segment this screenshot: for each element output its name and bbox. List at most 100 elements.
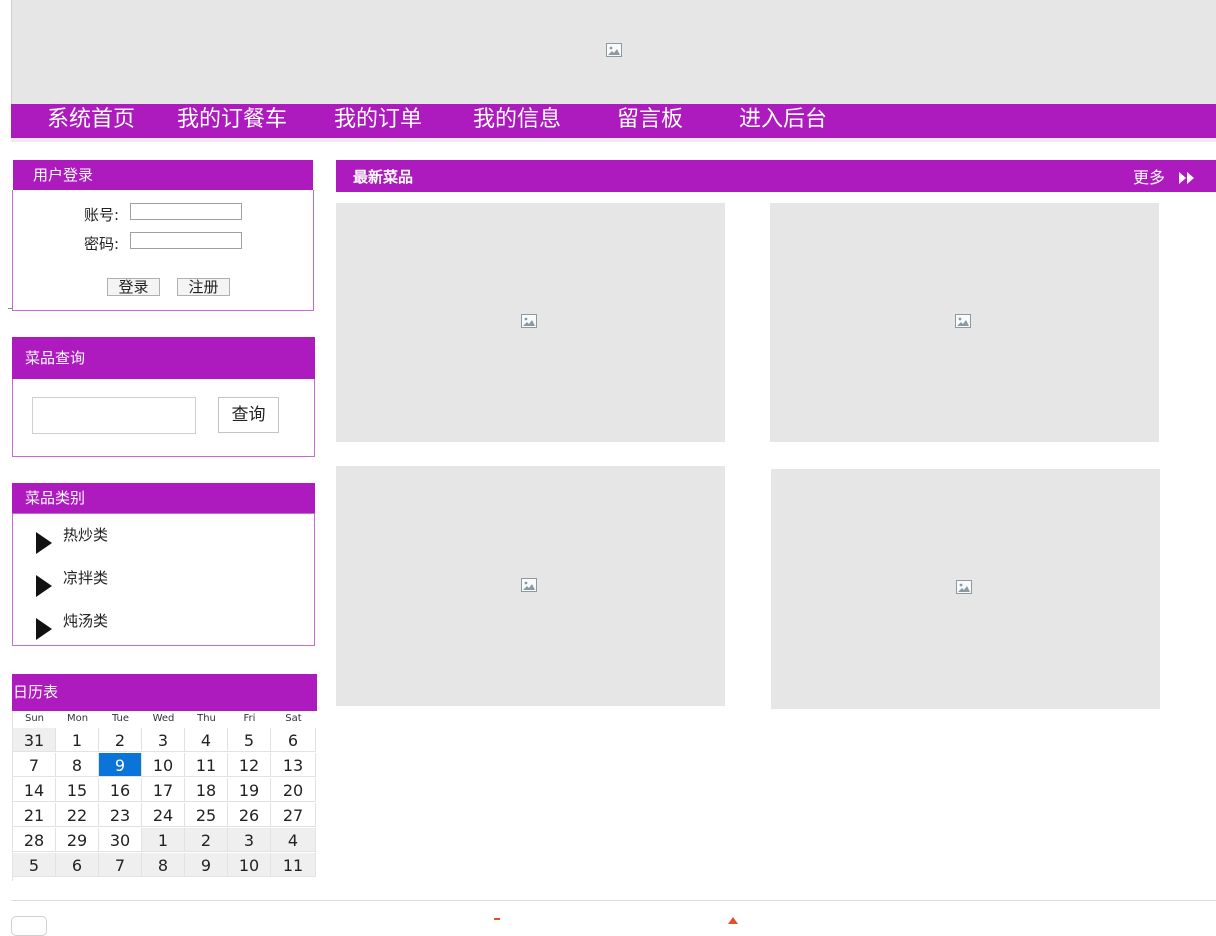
nav-divider xyxy=(11,138,1216,142)
calendar-panel-title: 日历表 xyxy=(13,683,59,701)
image-placeholder-icon xyxy=(521,578,537,592)
calendar-day[interactable]: 7 xyxy=(13,753,56,777)
login-panel-header: 用户登录 xyxy=(13,160,313,190)
category-label[interactable]: 凉拌类 xyxy=(63,567,108,588)
weekday-header: Tue xyxy=(111,713,130,724)
calendar-day[interactable]: 25 xyxy=(185,803,228,827)
calendar-day[interactable]: 31 xyxy=(13,728,56,752)
weekday-header: Mon xyxy=(66,713,89,724)
latest-dishes-header: 最新菜品 更多 xyxy=(336,160,1216,192)
calendar-day[interactable]: 4 xyxy=(271,828,316,852)
triangle-right-icon xyxy=(36,532,52,554)
image-placeholder-icon xyxy=(606,43,622,57)
footer-mark xyxy=(728,917,738,924)
calendar-day[interactable]: 18 xyxy=(185,778,228,802)
calendar-day[interactable]: 7 xyxy=(99,853,142,877)
account-input[interactable] xyxy=(130,203,242,220)
double-chevron-right-icon[interactable] xyxy=(1178,172,1196,184)
calendar-day[interactable]: 4 xyxy=(185,728,228,752)
calendar-day[interactable]: 8 xyxy=(142,853,185,877)
divider-tick xyxy=(8,308,12,309)
calendar-day[interactable]: 22 xyxy=(56,803,99,827)
calendar-day[interactable]: 6 xyxy=(56,853,99,877)
calendar-day[interactable]: 8 xyxy=(56,753,99,777)
category-panel-header: 菜品类别 xyxy=(12,483,315,513)
calendar: Sun Mon Tue Wed Thu Fri Sat 31 1 2 3 4 5 6 7 8 9 10 11 12 13… xyxy=(12,711,316,881)
calendar-day[interactable]: 10 xyxy=(228,853,271,877)
nav-orders[interactable]: 我的订单 xyxy=(334,104,422,138)
weekday-header: Thu xyxy=(197,713,216,724)
footer-badge xyxy=(11,916,47,936)
nav-admin[interactable]: 进入后台 xyxy=(739,104,827,138)
dish-card[interactable] xyxy=(336,203,725,442)
calendar-day[interactable]: 2 xyxy=(99,728,142,752)
calendar-day[interactable]: 14 xyxy=(13,778,56,802)
login-panel: 账号: 密码: 登录 注册 xyxy=(12,190,314,311)
footer-divider xyxy=(11,900,1216,901)
calendar-day[interactable]: 9 xyxy=(99,753,142,777)
calendar-day[interactable]: 28 xyxy=(13,828,56,852)
calendar-day[interactable]: 24 xyxy=(142,803,185,827)
category-label[interactable]: 炖汤类 xyxy=(63,610,108,631)
register-button[interactable]: 注册 xyxy=(177,278,230,296)
calendar-day[interactable]: 10 xyxy=(142,753,185,777)
more-link[interactable]: 更多 xyxy=(1133,160,1165,196)
calendar-day[interactable]: 26 xyxy=(228,803,271,827)
latest-dishes-title: 最新菜品 xyxy=(353,168,414,186)
calendar-day[interactable]: 23 xyxy=(99,803,142,827)
dish-card[interactable] xyxy=(336,466,725,706)
weekday-header: Sun xyxy=(24,713,45,724)
calendar-day[interactable]: 11 xyxy=(271,853,316,877)
calendar-day[interactable]: 27 xyxy=(271,803,316,827)
weekday-header: Sat xyxy=(285,713,302,724)
nav-message-board[interactable]: 留言板 xyxy=(617,104,683,138)
search-input[interactable] xyxy=(32,397,196,434)
calendar-day[interactable]: 1 xyxy=(56,728,99,752)
category-panel-title: 菜品类别 xyxy=(25,489,86,507)
calendar-day[interactable]: 9 xyxy=(185,853,228,877)
image-placeholder-icon xyxy=(955,314,971,328)
calendar-day[interactable]: 3 xyxy=(142,728,185,752)
calendar-day[interactable]: 1 xyxy=(142,828,185,852)
search-panel: 查询 xyxy=(12,379,315,457)
image-placeholder-icon xyxy=(956,580,972,594)
password-label: 密码: xyxy=(83,235,119,253)
password-input[interactable] xyxy=(130,232,242,249)
nav-my-info[interactable]: 我的信息 xyxy=(473,104,561,138)
nav-home[interactable]: 系统首页 xyxy=(47,104,135,138)
calendar-day[interactable]: 21 xyxy=(13,803,56,827)
calendar-day[interactable]: 5 xyxy=(13,853,56,877)
footer-mark xyxy=(494,918,500,924)
calendar-day[interactable]: 6 xyxy=(271,728,316,752)
calendar-day[interactable]: 5 xyxy=(228,728,271,752)
dish-card[interactable] xyxy=(770,203,1159,442)
weekday-header: Wed xyxy=(152,713,175,724)
nav-cart[interactable]: 我的订餐车 xyxy=(177,104,287,138)
login-panel-title: 用户登录 xyxy=(33,166,94,184)
banner-image xyxy=(11,0,1216,104)
account-label: 账号: xyxy=(83,206,119,224)
calendar-day[interactable]: 19 xyxy=(228,778,271,802)
category-label[interactable]: 热炒类 xyxy=(63,524,108,545)
search-panel-title: 菜品查询 xyxy=(25,349,86,367)
calendar-day[interactable]: 13 xyxy=(271,753,316,777)
calendar-day[interactable]: 20 xyxy=(271,778,316,802)
calendar-day[interactable]: 11 xyxy=(185,753,228,777)
login-button[interactable]: 登录 xyxy=(107,278,160,296)
category-panel: 热炒类 凉拌类 炖汤类 xyxy=(12,513,315,646)
search-button[interactable]: 查询 xyxy=(218,397,279,433)
search-panel-header: 菜品查询 xyxy=(12,337,315,379)
calendar-day[interactable]: 12 xyxy=(228,753,271,777)
calendar-day[interactable]: 2 xyxy=(185,828,228,852)
triangle-right-icon xyxy=(36,575,52,597)
dish-card[interactable] xyxy=(771,469,1160,709)
image-placeholder-icon xyxy=(521,314,537,328)
calendar-day[interactable]: 30 xyxy=(99,828,142,852)
main-nav: 系统首页 我的订餐车 我的订单 我的信息 留言板 进入后台 xyxy=(11,104,1216,138)
calendar-day[interactable]: 15 xyxy=(56,778,99,802)
calendar-day[interactable]: 16 xyxy=(99,778,142,802)
calendar-day[interactable]: 29 xyxy=(56,828,99,852)
triangle-right-icon xyxy=(36,618,52,640)
calendar-day[interactable]: 3 xyxy=(228,828,271,852)
calendar-day[interactable]: 17 xyxy=(142,778,185,802)
